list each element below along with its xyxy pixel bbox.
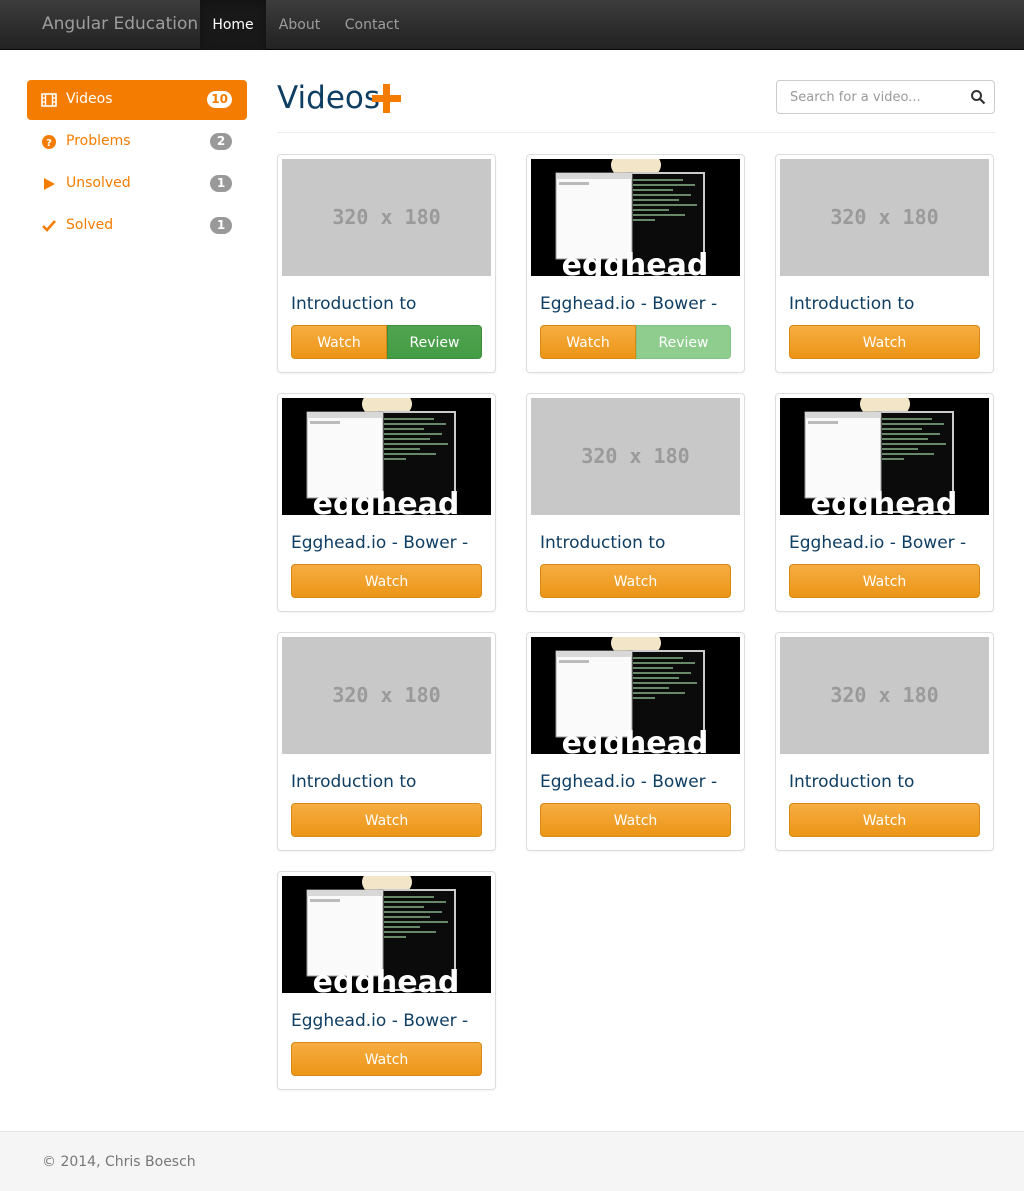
egghead-thumbnail-image: egghead — [282, 876, 491, 993]
video-actions: Watch — [540, 564, 731, 598]
video-actions: Watch — [789, 564, 980, 598]
video-title[interactable]: Egghead.io - Bower - — [789, 533, 966, 553]
review-button[interactable]: Review — [636, 325, 731, 359]
add-video-plus-icon[interactable] — [372, 84, 401, 113]
copyright-text: © 2014, Chris Boesch — [42, 1154, 196, 1170]
play-icon — [44, 178, 55, 190]
page-title: Videos — [277, 80, 381, 116]
svg-text:egghead: egghead — [562, 726, 709, 754]
video-title[interactable]: Egghead.io - Bower - — [540, 294, 717, 314]
video-thumbnail-placeholder[interactable]: 320 x 180 — [531, 398, 740, 515]
video-thumbnail-placeholder[interactable]: 320 x 180 — [282, 159, 491, 276]
watch-button[interactable]: Watch — [291, 564, 482, 598]
nav-contact[interactable]: Contact — [333, 0, 411, 50]
sidebar-item-label: Problems — [66, 133, 131, 149]
search-input[interactable] — [777, 81, 962, 113]
footer: © 2014, Chris Boesch — [0, 1131, 1024, 1191]
egghead-thumbnail-image: egghead — [531, 637, 740, 754]
sidebar-item-solved[interactable]: Solved 1 — [27, 206, 247, 246]
svg-text:egghead: egghead — [313, 965, 460, 993]
watch-button[interactable]: Watch — [291, 803, 482, 837]
video-actions: Watch — [291, 564, 482, 598]
count-badge: 1 — [210, 175, 232, 192]
video-card: 320 x 180 Introduction to Watch — [526, 393, 745, 612]
video-card: egghead Egghead.io - Bower - Watch — [277, 393, 496, 612]
egghead-thumbnail-image: egghead — [780, 398, 989, 515]
check-icon — [42, 220, 56, 232]
count-badge: 1 — [210, 217, 232, 234]
video-actions: Watch — [789, 325, 980, 359]
header-divider — [277, 132, 996, 133]
video-card: 320 x 180 Introduction to Watch — [277, 632, 496, 851]
video-actions: Watch — [291, 1042, 482, 1076]
sidebar: Videos 10 ? Problems 2 Unsolved 1 Solved… — [27, 80, 247, 248]
video-card: 320 x 180 Introduction to Watch — [775, 154, 994, 373]
search-icon[interactable] — [970, 89, 986, 105]
video-thumbnail-egghead[interactable]: egghead — [780, 398, 989, 515]
review-button[interactable]: Review — [387, 325, 482, 359]
video-thumbnail-egghead[interactable]: egghead — [282, 876, 491, 993]
video-title[interactable]: Egghead.io - Bower - — [291, 533, 468, 553]
video-thumbnail-egghead[interactable]: egghead — [531, 637, 740, 754]
video-card: egghead Egghead.io - Bower - Watch — [277, 871, 496, 1090]
sidebar-item-label: Solved — [66, 217, 114, 233]
video-thumbnail-egghead[interactable]: egghead — [282, 398, 491, 515]
sidebar-item-videos[interactable]: Videos 10 — [27, 80, 247, 120]
sidebar-item-label: Unsolved — [66, 175, 131, 191]
video-card: 320 x 180 Introduction to Watch Review — [277, 154, 496, 373]
video-card: egghead Egghead.io - Bower - Watch — [526, 632, 745, 851]
watch-button[interactable]: Watch — [540, 325, 636, 359]
video-card: 320 x 180 Introduction to Watch — [775, 632, 994, 851]
nav-home[interactable]: Home — [200, 0, 266, 50]
count-badge: 10 — [207, 91, 232, 108]
video-actions: Watch Review — [540, 325, 731, 359]
watch-button[interactable]: Watch — [540, 803, 731, 837]
svg-text:egghead: egghead — [562, 248, 709, 276]
video-actions: Watch — [540, 803, 731, 837]
count-badge: 2 — [210, 133, 232, 150]
video-thumbnail-egghead[interactable]: egghead — [531, 159, 740, 276]
video-card: egghead Egghead.io - Bower - Watch Review — [526, 154, 745, 373]
video-title[interactable]: Introduction to — [789, 772, 914, 792]
video-title[interactable]: Introduction to — [789, 294, 914, 314]
watch-button[interactable]: Watch — [291, 325, 387, 359]
video-actions: Watch Review — [291, 325, 482, 359]
watch-button[interactable]: Watch — [540, 564, 731, 598]
sidebar-item-problems[interactable]: ? Problems 2 — [27, 122, 247, 162]
egghead-thumbnail-image: egghead — [282, 398, 491, 515]
sidebar-item-unsolved[interactable]: Unsolved 1 — [27, 164, 247, 204]
watch-button[interactable]: Watch — [789, 564, 980, 598]
brand-link[interactable]: Angular Education — [42, 14, 198, 34]
video-actions: Watch — [291, 803, 482, 837]
video-thumbnail-placeholder[interactable]: 320 x 180 — [282, 637, 491, 754]
video-title[interactable]: Egghead.io - Bower - — [540, 772, 717, 792]
svg-text:egghead: egghead — [313, 487, 460, 515]
egghead-thumbnail-image: egghead — [531, 159, 740, 276]
video-title[interactable]: Introduction to — [540, 533, 665, 553]
nav-about[interactable]: About — [266, 0, 333, 50]
video-card: egghead Egghead.io - Bower - Watch — [775, 393, 994, 612]
watch-button[interactable]: Watch — [789, 803, 980, 837]
video-title[interactable]: Introduction to — [291, 772, 416, 792]
top-navbar: Angular Education Home About Contact — [0, 0, 1024, 50]
watch-button[interactable]: Watch — [291, 1042, 482, 1076]
video-thumbnail-placeholder[interactable]: 320 x 180 — [780, 159, 989, 276]
watch-button[interactable]: Watch — [789, 325, 980, 359]
search-box — [776, 80, 995, 114]
film-icon — [41, 93, 57, 107]
svg-text:?: ? — [46, 138, 52, 149]
question-circle-icon: ? — [42, 135, 56, 149]
sidebar-item-label: Videos — [66, 91, 113, 107]
video-title[interactable]: Egghead.io - Bower - — [291, 1011, 468, 1031]
video-actions: Watch — [789, 803, 980, 837]
video-title[interactable]: Introduction to — [291, 294, 416, 314]
svg-text:egghead: egghead — [811, 487, 958, 515]
video-thumbnail-placeholder[interactable]: 320 x 180 — [780, 637, 989, 754]
